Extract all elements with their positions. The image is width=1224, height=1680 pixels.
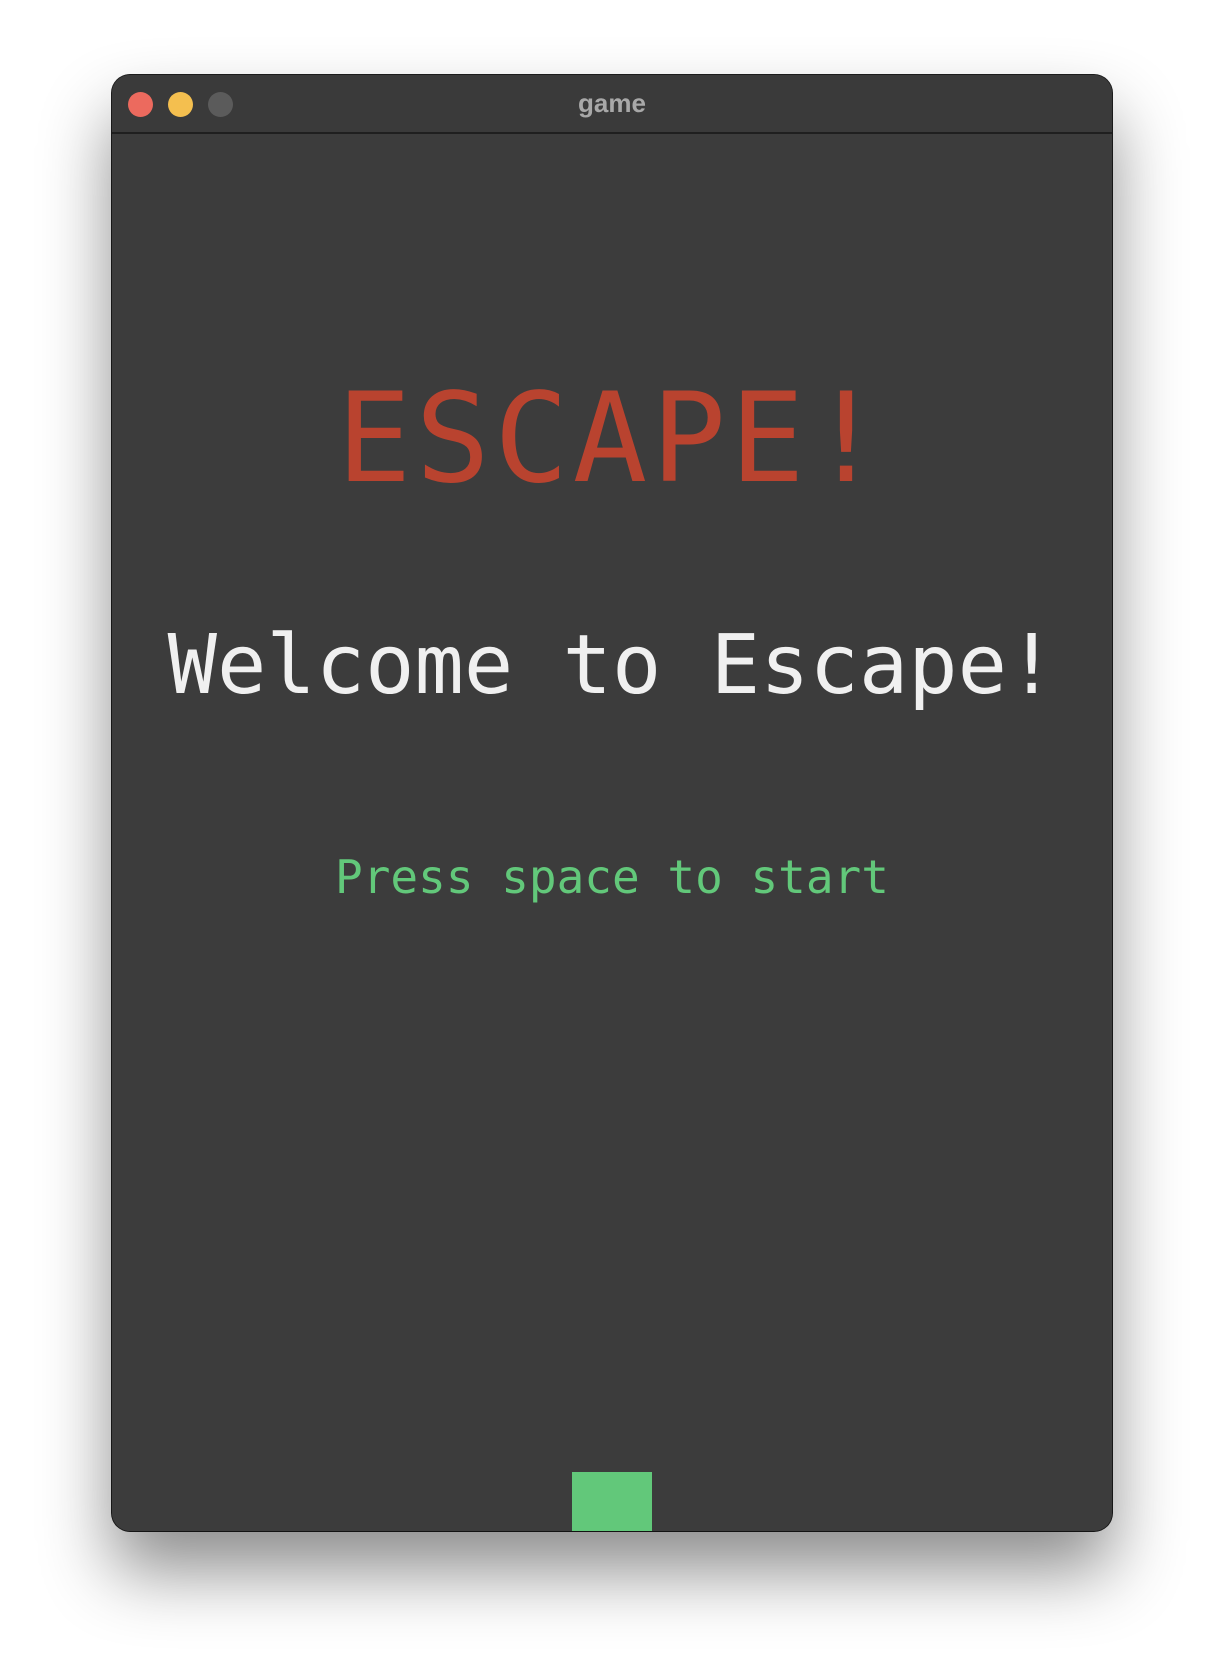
player-square: [572, 1472, 652, 1531]
game-title: ESCAPE!: [336, 367, 888, 511]
start-prompt: Press space to start: [335, 850, 889, 904]
title-bar: game: [112, 75, 1112, 134]
game-canvas[interactable]: ESCAPE! Welcome to Escape! Press space t…: [112, 134, 1112, 1531]
game-window: game ESCAPE! Welcome to Escape! Press sp…: [112, 75, 1112, 1531]
window-title: game: [578, 88, 646, 118]
welcome-text: Welcome to Escape!: [167, 618, 1057, 713]
